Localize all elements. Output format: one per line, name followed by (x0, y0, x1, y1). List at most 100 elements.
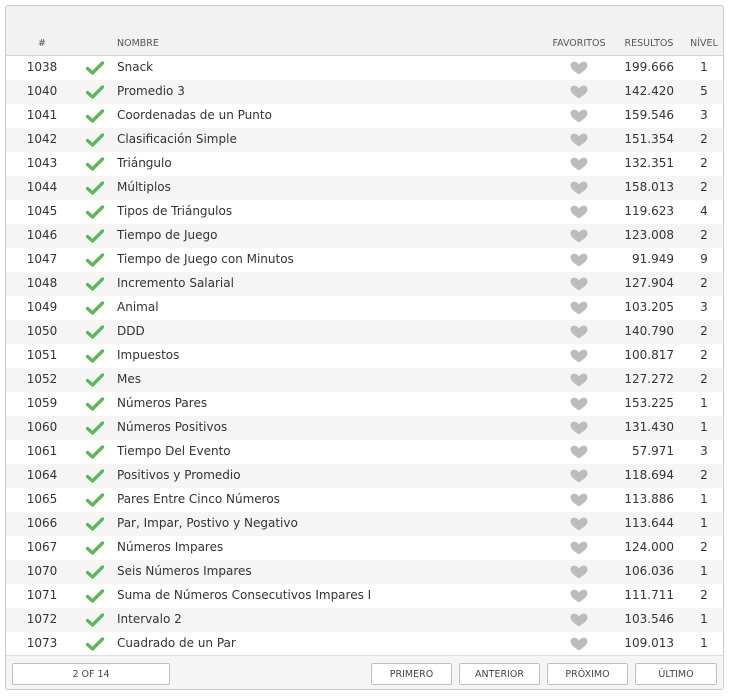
problem-id[interactable]: 1049 (6, 300, 78, 314)
heart-icon[interactable] (569, 61, 589, 75)
problem-id[interactable]: 1064 (6, 468, 78, 482)
table-row[interactable]: 1059 Números Pares 153.225 1 (6, 392, 723, 416)
table-row[interactable]: 1047 Tiempo de Juego con Minutos 91.949 9 (6, 248, 723, 272)
problem-name[interactable]: Números Pares (117, 396, 207, 410)
problem-id[interactable]: 1041 (6, 108, 78, 122)
problem-name[interactable]: Cuadrado de un Par (117, 636, 236, 650)
problem-id[interactable]: 1050 (6, 324, 78, 338)
table-row[interactable]: 1067 Números Impares 124.000 2 (6, 536, 723, 560)
problem-name[interactable]: Intervalo 2 (117, 612, 182, 626)
problem-id[interactable]: 1043 (6, 156, 78, 170)
problem-id[interactable]: 1044 (6, 180, 78, 194)
problem-id[interactable]: 1052 (6, 372, 78, 386)
problem-id[interactable]: 1061 (6, 444, 78, 458)
heart-icon[interactable] (569, 517, 589, 531)
problem-id[interactable]: 1067 (6, 540, 78, 554)
previous-page-button[interactable]: ANTERIOR (459, 663, 540, 685)
header-id[interactable]: # (6, 38, 78, 49)
heart-icon[interactable] (569, 157, 589, 171)
table-row[interactable]: 1061 Tiempo Del Evento 57.971 3 (6, 440, 723, 464)
table-row[interactable]: 1042 Clasificación Simple 151.354 2 (6, 128, 723, 152)
table-row[interactable]: 1048 Incremento Salarial 127.904 2 (6, 272, 723, 296)
heart-icon[interactable] (569, 253, 589, 267)
problem-id[interactable]: 1070 (6, 564, 78, 578)
table-row[interactable]: 1041 Coordenadas de un Punto 159.546 3 (6, 104, 723, 128)
heart-icon[interactable] (569, 373, 589, 387)
problem-id[interactable]: 1059 (6, 396, 78, 410)
table-row[interactable]: 1051 Impuestos 100.817 2 (6, 344, 723, 368)
heart-icon[interactable] (569, 133, 589, 147)
heart-icon[interactable] (569, 421, 589, 435)
problem-id[interactable]: 1065 (6, 492, 78, 506)
last-page-button[interactable]: ÚLTIMO (635, 663, 717, 685)
heart-icon[interactable] (569, 469, 589, 483)
table-row[interactable]: 1044 Múltiplos 158.013 2 (6, 176, 723, 200)
heart-icon[interactable] (569, 589, 589, 603)
problem-id[interactable]: 1045 (6, 204, 78, 218)
table-row[interactable]: 1040 Promedio 3 142.420 5 (6, 80, 723, 104)
heart-icon[interactable] (569, 325, 589, 339)
problem-id[interactable]: 1042 (6, 132, 78, 146)
heart-icon[interactable] (569, 397, 589, 411)
heart-icon[interactable] (569, 229, 589, 243)
problem-id[interactable]: 1060 (6, 420, 78, 434)
table-row[interactable]: 1065 Pares Entre Cinco Números 113.886 1 (6, 488, 723, 512)
problem-name[interactable]: Tiempo Del Evento (117, 444, 231, 458)
heart-icon[interactable] (569, 541, 589, 555)
problem-name[interactable]: Números Impares (117, 540, 223, 554)
problem-name[interactable]: Coordenadas de un Punto (117, 108, 272, 122)
heart-icon[interactable] (569, 301, 589, 315)
problem-id[interactable]: 1046 (6, 228, 78, 242)
problem-id[interactable]: 1071 (6, 588, 78, 602)
problem-name[interactable]: Tipos de Triángulos (117, 204, 232, 218)
heart-icon[interactable] (569, 613, 589, 627)
problem-name[interactable]: Pares Entre Cinco Números (117, 492, 280, 506)
table-row[interactable]: 1070 Seis Números Impares 106.036 1 (6, 560, 723, 584)
table-row[interactable]: 1072 Intervalo 2 103.546 1 (6, 608, 723, 632)
table-row[interactable]: 1043 Triángulo 132.351 2 (6, 152, 723, 176)
heart-icon[interactable] (569, 445, 589, 459)
problem-name[interactable]: Triángulo (117, 156, 172, 170)
problem-name[interactable]: Números Positivos (117, 420, 227, 434)
table-row[interactable]: 1046 Tiempo de Juego 123.008 2 (6, 224, 723, 248)
table-row[interactable]: 1049 Animal 103.205 3 (6, 296, 723, 320)
problem-name[interactable]: Clasificación Simple (117, 132, 237, 146)
problem-name[interactable]: Múltiplos (117, 180, 171, 194)
problem-id[interactable]: 1051 (6, 348, 78, 362)
heart-icon[interactable] (569, 349, 589, 363)
header-level[interactable]: NÍVEL (687, 38, 721, 49)
problem-id[interactable]: 1073 (6, 636, 78, 650)
heart-icon[interactable] (569, 109, 589, 123)
heart-icon[interactable] (569, 637, 589, 651)
heart-icon[interactable] (569, 205, 589, 219)
heart-icon[interactable] (569, 565, 589, 579)
table-row[interactable]: 1045 Tipos de Triángulos 119.623 4 (6, 200, 723, 224)
header-favorites[interactable]: FAVORITOS (547, 38, 611, 49)
first-page-button[interactable]: PRIMERO (371, 663, 452, 685)
problem-id[interactable]: 1066 (6, 516, 78, 530)
problem-name[interactable]: Mes (117, 372, 141, 386)
problem-name[interactable]: Tiempo de Juego con Minutos (117, 252, 294, 266)
table-row[interactable]: 1073 Cuadrado de un Par 109.013 1 (6, 632, 723, 656)
problem-id[interactable]: 1040 (6, 84, 78, 98)
heart-icon[interactable] (569, 277, 589, 291)
table-row[interactable]: 1064 Positivos y Promedio 118.694 2 (6, 464, 723, 488)
problem-name[interactable]: Seis Números Impares (117, 564, 252, 578)
problem-name[interactable]: Promedio 3 (117, 84, 185, 98)
table-row[interactable]: 1066 Par, Impar, Postivo y Negativo 113.64… (6, 512, 723, 536)
header-name[interactable]: NOMBRE (117, 38, 159, 49)
heart-icon[interactable] (569, 85, 589, 99)
table-row[interactable]: 1071 Suma de Números Consecutivos Impares… (6, 584, 723, 608)
problem-name[interactable]: Incremento Salarial (117, 276, 234, 290)
table-row[interactable]: 1050 DDD 140.790 2 (6, 320, 723, 344)
problem-name[interactable]: Impuestos (117, 348, 179, 362)
problem-name[interactable]: Par, Impar, Postivo y Negativo (117, 516, 298, 530)
problem-name[interactable]: DDD (117, 324, 145, 338)
next-page-button[interactable]: PRÓXIMO (547, 663, 628, 685)
problem-id[interactable]: 1048 (6, 276, 78, 290)
problem-id[interactable]: 1038 (6, 60, 78, 74)
heart-icon[interactable] (569, 181, 589, 195)
problem-name[interactable]: Positivos y Promedio (117, 468, 241, 482)
problem-name[interactable]: Animal (117, 300, 159, 314)
problem-name[interactable]: Suma de Números Consecutivos Impares I (117, 588, 371, 602)
